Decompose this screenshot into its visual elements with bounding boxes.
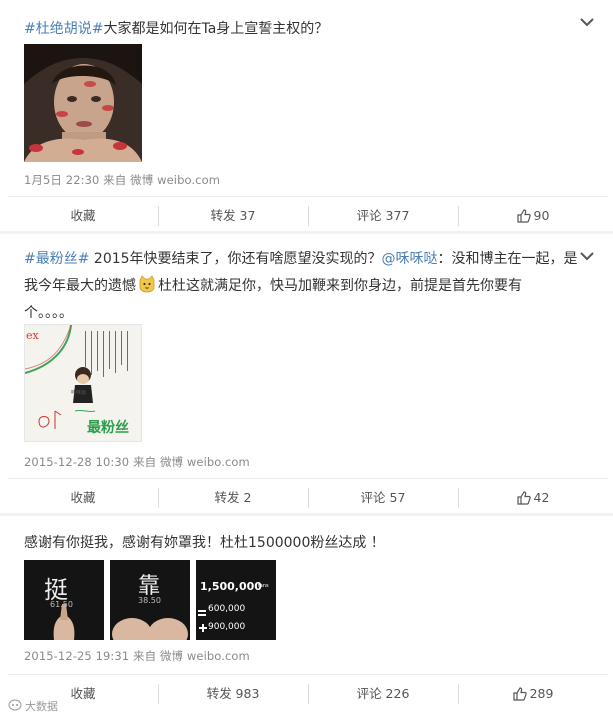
repost-button[interactable]: 转发 2: [158, 479, 308, 517]
action-bar: 收藏 转发 2 评论 57 42: [8, 478, 608, 516]
watermark: 大数据: [8, 698, 58, 714]
chevron-down-icon[interactable]: [579, 16, 595, 28]
image-caption: 咊咊哒: [71, 390, 87, 396]
tile-unit: fans: [258, 583, 269, 589]
like-count: 90: [533, 207, 550, 223]
post-3: 感谢有你挺我，感谢有妳罩我！杜杜1500000粉丝达成 ！ 挺 61.50 靠 …: [0, 516, 613, 718]
post-image[interactable]: ex 咊咊哒 最粉丝: [24, 324, 142, 442]
post-text: 感谢有你挺我，感谢有妳罩我！杜杜1500000粉丝达成 ！: [24, 535, 385, 551]
action-bar: 收藏 转发 983 评论 226 289: [8, 674, 608, 712]
post-image[interactable]: 靠 38.50: [110, 560, 190, 640]
weibo-feed: #杜绝胡说#大家都是如何在Ta身上宣誓主权的？ 1月5日 22:30 来自 微博…: [0, 0, 613, 718]
tile-line-2: 900,000: [208, 622, 246, 632]
image-title: 最粉丝: [87, 420, 129, 436]
post-image[interactable]: 挺 61.50: [24, 560, 104, 640]
mention-link[interactable]: @咊咊哒: [382, 251, 438, 267]
post-meta: 1月5日 22:30 来自 微博 weibo.com: [24, 173, 221, 187]
thumbs-up-icon: [512, 678, 527, 716]
tile-small-text: 61.50: [50, 600, 73, 609]
cat-face-icon: [138, 275, 156, 293]
collect-button[interactable]: 收藏: [8, 197, 158, 235]
image-ex: ex: [26, 329, 39, 342]
post-image[interactable]: [24, 44, 142, 162]
topic-link[interactable]: #最粉丝#: [24, 251, 89, 267]
comment-button[interactable]: 评论 377: [308, 197, 458, 235]
post-1: #杜绝胡说#大家都是如何在Ta身上宣誓主权的？ 1月5日 22:30 来自 微博…: [0, 0, 613, 234]
comment-button[interactable]: 评论 226: [308, 675, 458, 713]
like-count: 42: [533, 489, 550, 505]
post-body: 大家都是如何在Ta身上宣誓主权的？: [103, 21, 329, 37]
action-bar: 收藏 转发 37 评论 377 90: [8, 196, 608, 234]
like-button[interactable]: 289: [458, 675, 608, 713]
watermark-logo-icon: [8, 699, 22, 714]
tile-line-1: 600,000: [208, 604, 246, 614]
watermark-text: 大数据: [25, 700, 58, 713]
like-button[interactable]: 42: [458, 479, 608, 517]
collect-button[interactable]: 收藏: [8, 479, 158, 517]
like-button[interactable]: 90: [458, 197, 608, 235]
tile-small-text: 38.50: [138, 596, 161, 605]
repost-button[interactable]: 转发 983: [158, 675, 308, 713]
topic-link[interactable]: #杜绝胡说#: [24, 21, 103, 37]
post-image[interactable]: 1,500,000 fans 600,000 900,000: [196, 560, 276, 640]
post-meta: 2015-12-25 19:31 来自 微博 weibo.com: [24, 649, 250, 663]
post-text: #最粉丝# 2015年快要结束了，你还有啥愿望没实现的？@咊咊哒：没和博主在一起…: [24, 251, 578, 321]
comment-button[interactable]: 评论 57: [308, 479, 458, 517]
like-count: 289: [529, 685, 554, 701]
post-text: #杜绝胡说#大家都是如何在Ta身上宣誓主权的？: [24, 16, 573, 43]
repost-button[interactable]: 转发 37: [158, 197, 308, 235]
post-2: #最粉丝# 2015年快要结束了，你还有啥愿望没实现的？@咊咊哒：没和博主在一起…: [0, 234, 613, 516]
tile-headline: 1,500,000: [200, 580, 262, 593]
post-meta: 2015-12-28 10:30 来自 微博 weibo.com: [24, 455, 250, 469]
